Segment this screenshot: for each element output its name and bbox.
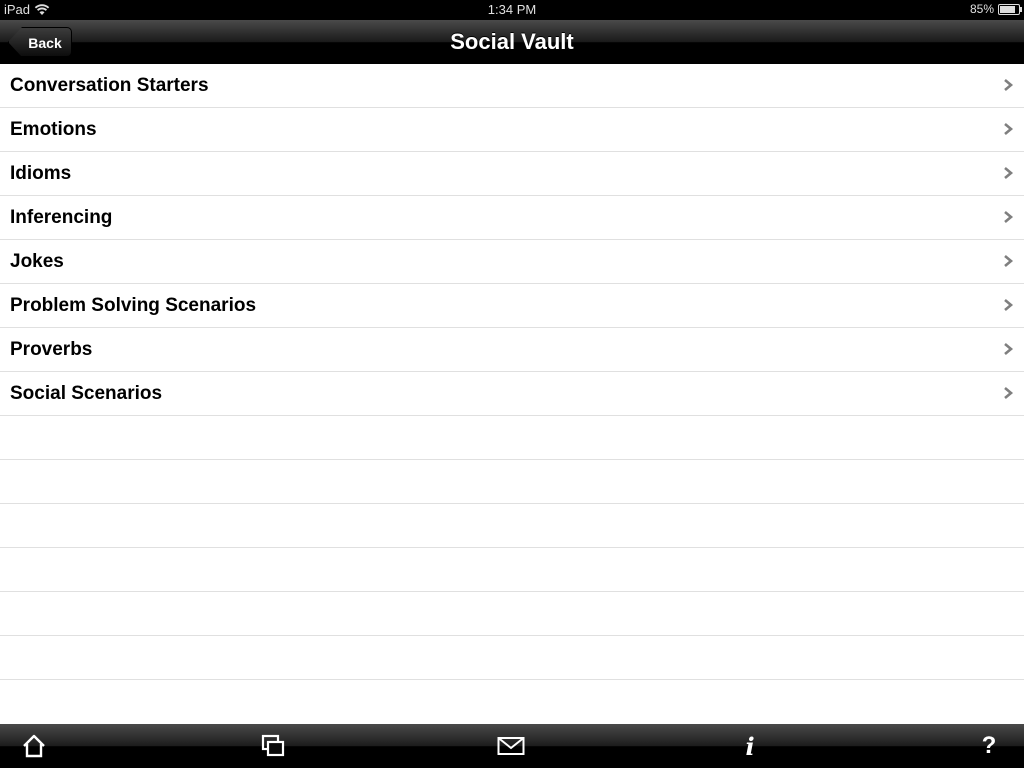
empty-row — [0, 680, 1024, 723]
list-item-label: Problem Solving Scenarios — [10, 295, 257, 316]
info-button[interactable]: i — [736, 731, 764, 761]
navigation-bar: Social Vault Back — [0, 20, 1024, 65]
chevron-right-icon — [1004, 387, 1014, 399]
empty-row — [0, 548, 1024, 592]
list-item-label: Inferencing — [10, 207, 113, 228]
empty-row — [0, 460, 1024, 504]
chevron-right-icon — [1004, 211, 1014, 223]
chevron-right-icon — [1004, 255, 1014, 267]
empty-row — [0, 504, 1024, 548]
list-item-social-scenarios[interactable]: Social Scenarios — [0, 372, 1024, 416]
chevron-right-icon — [1004, 79, 1014, 91]
chevron-right-icon — [1004, 167, 1014, 179]
mail-icon — [497, 737, 525, 755]
chevron-right-icon — [1004, 343, 1014, 355]
list-item-conversation-starters[interactable]: Conversation Starters — [0, 64, 1024, 108]
help-icon: ? — [981, 732, 997, 759]
empty-row — [0, 416, 1024, 460]
chevron-right-icon — [1004, 123, 1014, 135]
list-item-label: Emotions — [10, 119, 97, 140]
list-item-jokes[interactable]: Jokes — [0, 240, 1024, 284]
windows-icon — [261, 734, 285, 757]
battery-icon — [998, 3, 1022, 15]
list-item-label: Proverbs — [10, 339, 93, 360]
list-item-label: Conversation Starters — [10, 75, 209, 96]
list-item-idioms[interactable]: Idioms — [0, 152, 1024, 196]
home-icon — [23, 734, 45, 758]
list-item-inferencing[interactable]: Inferencing — [0, 196, 1024, 240]
empty-row — [0, 636, 1024, 680]
list-item-proverbs[interactable]: Proverbs — [0, 328, 1024, 372]
windows-button[interactable] — [259, 732, 287, 760]
help-button[interactable]: ? — [975, 732, 1003, 760]
empty-row — [0, 592, 1024, 636]
list-item-label: Social Scenarios — [10, 383, 163, 404]
list-item-label: Idioms — [10, 163, 72, 184]
home-button[interactable] — [20, 732, 48, 760]
list-item-emotions[interactable]: Emotions — [0, 108, 1024, 152]
status-bar: iPad 1:34 PM 85% — [0, 0, 1024, 20]
page-title: Social Vault — [450, 29, 574, 54]
info-icon: i — [745, 731, 755, 761]
category-list: Conversation Starters Emotions Idioms In… — [0, 64, 1024, 723]
list-item-label: Jokes — [10, 251, 64, 272]
chevron-right-icon — [1004, 299, 1014, 311]
battery-percent: 85% — [969, 2, 994, 16]
mail-button[interactable] — [497, 732, 525, 760]
bottom-toolbar: i ? — [0, 724, 1024, 768]
list-item-problem-solving-scenarios[interactable]: Problem Solving Scenarios — [0, 284, 1024, 328]
status-time: 1:34 PM — [487, 2, 537, 17]
